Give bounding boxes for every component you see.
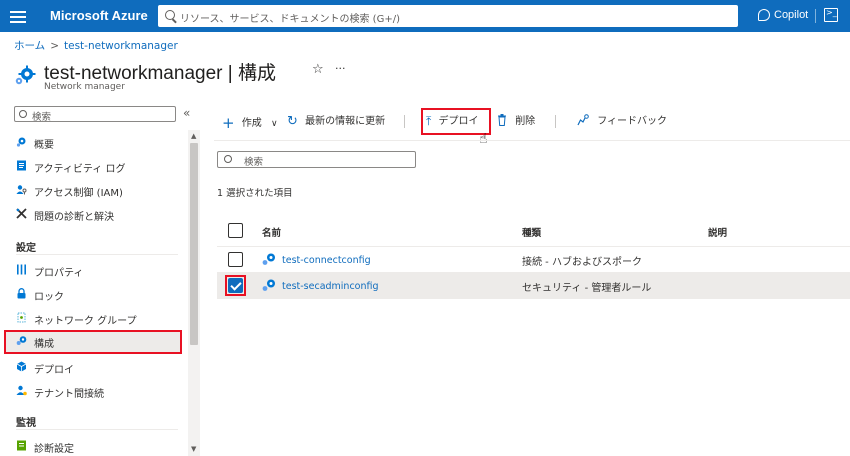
page-title: test-networkmanager | 構成 [44, 63, 276, 84]
global-search-placeholder: リソース、サービス、ドキュメントの検索 (G+/) [180, 14, 400, 25]
feedback-label: フィードバック [597, 116, 667, 127]
breadcrumb-current-link[interactable]: test-networkmanager [64, 40, 178, 52]
sidebar-item-diagnostic-settings[interactable]: 診断設定 [4, 435, 182, 456]
activity-log-icon [17, 160, 26, 171]
sidebar-item-label: ロック [34, 292, 64, 303]
config-name-link[interactable]: test-secadminconfig [282, 281, 379, 292]
scroll-up-arrow-icon[interactable]: ▲ [191, 132, 196, 140]
plus-icon: + [222, 114, 235, 132]
selection-count: 1 選択された項目 [217, 188, 293, 199]
sidebar-item-overview[interactable]: 概要 [4, 131, 182, 153]
sidebar-item-label: テナント間接続 [34, 389, 104, 400]
sidebar-item-deploy[interactable]: デプロイ [4, 356, 182, 378]
breadcrumb-separator: > [50, 40, 59, 52]
refresh-button[interactable]: ↻ 最新の情報に更新 [287, 112, 385, 130]
more-options-icon[interactable]: ··· [335, 62, 346, 75]
refresh-label: 最新の情報に更新 [305, 116, 386, 127]
cloud-shell-icon[interactable] [824, 8, 838, 22]
sidebar-item-activity-log[interactable]: アクティビティ ログ [4, 155, 182, 177]
filter-search-placeholder: 検索 [244, 157, 264, 168]
sidebar-item-label: アクティビティ ログ [34, 164, 126, 175]
favorite-star-icon[interactable]: ☆ [312, 62, 324, 77]
sidebar-item-access-control[interactable]: アクセス制御 (IAM) [4, 179, 182, 201]
scroll-down-arrow-icon[interactable]: ▼ [191, 445, 196, 453]
search-icon [224, 155, 232, 163]
sidebar-item-label: アクセス制御 (IAM) [34, 188, 123, 199]
sidebar-divider [16, 254, 178, 255]
sidebar-item-lock[interactable]: ロック [4, 283, 182, 305]
overview-icon [16, 137, 26, 147]
page-subtitle: Network manager [44, 82, 125, 92]
properties-icon [17, 264, 26, 275]
hand-cursor-icon: ☝ [479, 131, 488, 147]
deploy-cube-icon [16, 361, 27, 372]
sidebar-scrollbar-thumb[interactable] [190, 143, 198, 345]
feedback-icon [577, 114, 589, 126]
copilot-icon[interactable] [758, 9, 770, 21]
tenant-connection-icon [16, 385, 27, 396]
network-manager-icon [15, 65, 36, 85]
sidebar-item-label: プロパティ [34, 268, 84, 279]
configuration-icon [16, 336, 27, 345]
sidebar-section-settings: 設定 [16, 243, 36, 254]
filter-search-input[interactable]: 検索 [217, 151, 416, 168]
config-type-cell: 接続 - ハブおよびスポーク [522, 257, 642, 268]
column-header-description[interactable]: 説明 [708, 225, 727, 239]
checkbox-highlight [225, 275, 246, 296]
configuration-icon [262, 253, 275, 265]
config-type-cell: セキュリティ - 管理者ルール [522, 283, 652, 294]
trash-icon [498, 114, 506, 126]
create-label: 作成 [241, 118, 262, 129]
configuration-icon [262, 279, 275, 291]
breadcrumb: ホーム > test-networkmanager [14, 38, 178, 53]
sidebar-section-monitoring: 監視 [16, 418, 36, 429]
config-name-link[interactable]: test-connectconfig [282, 255, 371, 266]
feedback-button[interactable]: フィードバック [577, 112, 667, 130]
toolbar-divider [404, 115, 405, 128]
top-bar: Microsoft Azure リソース、サービス、ドキュメントの検索 (G+/… [0, 0, 850, 32]
sidebar-item-label: ネットワーク グループ [34, 316, 137, 327]
access-control-icon [16, 185, 27, 195]
collapse-sidebar-icon[interactable]: « [183, 106, 190, 120]
delete-button[interactable]: 削除 [497, 112, 535, 130]
diagnostic-settings-icon [17, 440, 26, 451]
sidebar-item-diagnose[interactable]: 問題の診断と解決 [4, 203, 182, 225]
row-checkbox[interactable] [228, 252, 243, 267]
sidebar-item-label: 概要 [34, 140, 54, 151]
sidebar-divider [16, 429, 178, 430]
search-icon [165, 10, 175, 20]
chevron-down-icon: ∨ [270, 119, 278, 129]
sidebar-item-label: 診断設定 [34, 444, 74, 455]
select-all-checkbox[interactable] [228, 223, 243, 238]
global-search-input[interactable]: リソース、サービス、ドキュメントの検索 (G+/) [158, 5, 738, 27]
sidebar-item-configuration[interactable]: 構成 [4, 330, 182, 354]
network-group-icon [17, 312, 26, 323]
row-divider [217, 298, 850, 299]
brand-label[interactable]: Microsoft Azure [50, 8, 148, 23]
copilot-button[interactable]: Copilot [774, 9, 808, 21]
sidebar-item-label: 問題の診断と解決 [34, 212, 114, 223]
sidebar-item-properties[interactable]: プロパティ [4, 259, 182, 281]
sidebar-item-network-group[interactable]: ネットワーク グループ [4, 307, 182, 329]
create-button[interactable]: + 作成 ∨ [222, 112, 278, 132]
toolbar-divider [555, 115, 556, 128]
search-icon [19, 110, 27, 118]
column-header-name[interactable]: 名前 [262, 225, 281, 239]
column-header-type[interactable]: 種類 [522, 225, 541, 239]
breadcrumb-home-link[interactable]: ホーム [14, 40, 45, 52]
sidebar-item-label: 構成 [34, 339, 54, 350]
refresh-icon: ↻ [287, 114, 298, 129]
toolbar-bottom-divider [214, 140, 850, 141]
diagnose-icon [16, 208, 27, 219]
sidebar-item-label: デプロイ [34, 365, 74, 376]
topbar-divider [815, 9, 816, 23]
hamburger-menu-icon[interactable] [10, 8, 26, 24]
lock-icon [17, 288, 26, 299]
sidebar-search-input[interactable]: 検索 [14, 106, 176, 123]
sidebar-item-tenant-connection[interactable]: テナント間接続 [4, 380, 182, 402]
delete-label: 削除 [515, 116, 536, 127]
sidebar-search-placeholder: 検索 [32, 112, 52, 123]
